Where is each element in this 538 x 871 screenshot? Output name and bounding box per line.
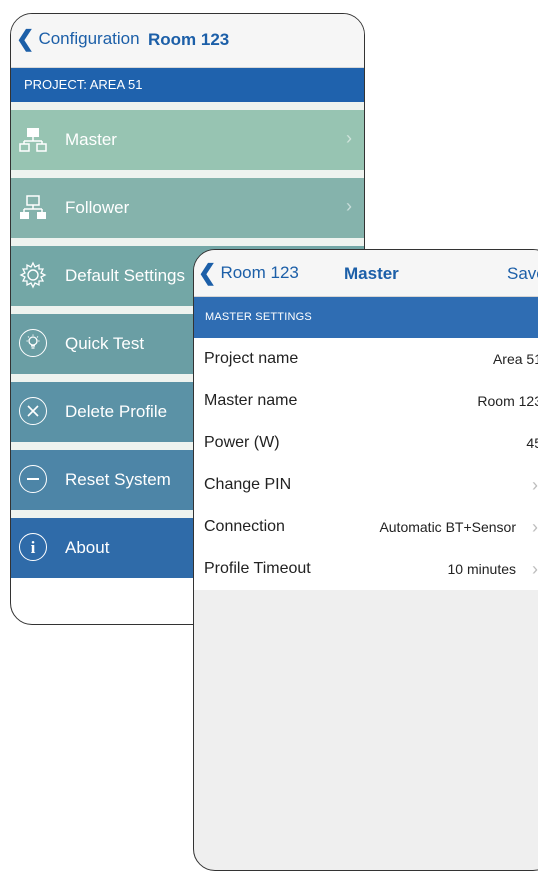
network-icon: [19, 128, 47, 152]
page-title: Master: [344, 264, 399, 283]
setting-row-master-name[interactable]: Master name Room 123: [194, 380, 538, 422]
back-button[interactable]: ❮ Room 123: [198, 260, 299, 285]
nav-bar: ❮ Configuration Room 123: [11, 14, 364, 68]
chevron-right-icon: ›: [346, 196, 352, 216]
menu-item-label: About: [65, 538, 110, 557]
menu-item-label: Master: [65, 130, 117, 149]
x-circle-icon: [19, 397, 47, 425]
setting-row-change-pin[interactable]: Change PIN ›: [194, 464, 538, 506]
back-label: Configuration: [38, 29, 140, 48]
chevron-right-icon: ›: [346, 128, 352, 148]
menu-item-follower[interactable]: Follower ›: [11, 178, 364, 238]
chevron-right-icon: ›: [532, 559, 538, 579]
chevron-left-icon: ❮: [198, 260, 217, 285]
menu-item-label: Follower: [65, 198, 130, 217]
setting-label: Master name: [204, 392, 298, 409]
lightbulb-icon: [19, 329, 47, 357]
nav-bar: ❮ Room 123 Master Save: [194, 250, 538, 297]
menu-item-label: Reset System: [65, 470, 171, 489]
setting-row-power[interactable]: Power (W) 45: [194, 422, 538, 464]
divider: [11, 238, 364, 246]
divider: [11, 170, 364, 178]
menu-item-label: Default Settings: [65, 266, 186, 285]
section-header: MASTER SETTINGS: [194, 297, 538, 338]
menu-item-label: Quick Test: [65, 334, 145, 353]
setting-value: Automatic BT+Sensor: [379, 519, 516, 535]
setting-value: Room 123: [477, 393, 538, 409]
network-icon: [20, 195, 46, 219]
setting-label: Connection: [204, 518, 285, 535]
back-button[interactable]: ❮ Configuration: [16, 26, 140, 51]
setting-row-profile-timeout[interactable]: Profile Timeout 10 minutes ›: [194, 548, 538, 590]
project-banner: PROJECT: AREA 51: [11, 68, 364, 102]
setting-label: Power (W): [204, 434, 280, 451]
master-screen: ❮ Room 123 Master Save MASTER SETTINGS P…: [193, 249, 538, 871]
minus-circle-icon: [19, 465, 47, 493]
setting-label: Change PIN: [204, 476, 292, 493]
page-title: Room 123: [148, 30, 230, 49]
setting-label: Project name: [204, 350, 299, 367]
setting-label: Profile Timeout: [204, 560, 311, 577]
menu-item-label: Delete Profile: [65, 402, 168, 421]
setting-row-project-name[interactable]: Project name Area 51: [194, 338, 538, 380]
menu-item-master[interactable]: Master ›: [11, 110, 364, 170]
chevron-right-icon: ›: [532, 475, 538, 495]
setting-value: Area 51: [492, 351, 538, 367]
setting-value: 10 minutes: [447, 561, 516, 577]
save-button[interactable]: Save: [507, 264, 538, 284]
info-icon: i: [19, 533, 47, 561]
chevron-right-icon: ›: [532, 517, 538, 537]
gear-icon: [19, 261, 47, 289]
setting-row-connection[interactable]: Connection Automatic BT+Sensor ›: [194, 506, 538, 548]
setting-value: 45: [526, 435, 538, 451]
chevron-left-icon: ❮: [16, 26, 35, 51]
back-label: Room 123: [220, 263, 299, 282]
divider: [11, 102, 364, 110]
